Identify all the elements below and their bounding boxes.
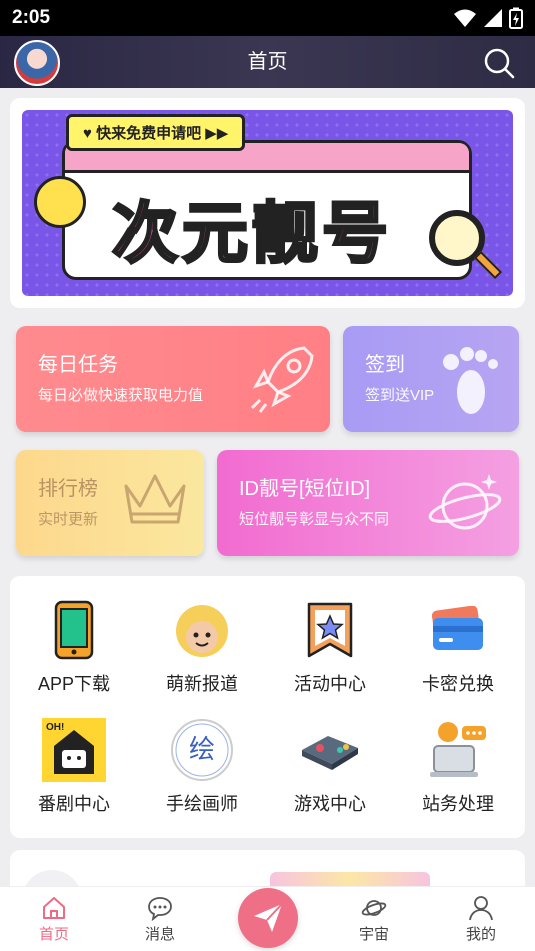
feature-grid: APP下载 萌新报道 活动中心 卡密兑换 OH! 番剧中心 绘 手绘画师 游戏中… xyxy=(10,576,525,838)
grid-item-label: 萌新报道 xyxy=(166,674,238,694)
grid-item-card-redeem[interactable]: 卡密兑换 xyxy=(394,576,522,694)
tile-subtitle: 实时更新 xyxy=(38,511,99,528)
grid-item-games[interactable]: 游戏中心 xyxy=(266,696,394,814)
tile-id-number[interactable]: ID靓号[短位ID] 短位靓号彰显与众不同 xyxy=(217,450,519,556)
support-icon xyxy=(426,718,490,782)
user-icon xyxy=(469,896,493,921)
planet-icon xyxy=(361,900,387,916)
status-time: 2:05 xyxy=(12,7,51,28)
publish-button[interactable] xyxy=(238,888,298,948)
banner-card: ♥ 快来免费申请吧 ▶▶ 次元靓号 xyxy=(10,98,525,308)
tile-title: 排行榜 xyxy=(38,478,98,500)
svg-text:OH!: OH! xyxy=(46,722,64,733)
tile-subtitle: 每日必做快速获取电力值 xyxy=(38,387,204,404)
message-icon xyxy=(148,897,172,921)
grid-item-newcomer[interactable]: 萌新报道 xyxy=(138,576,266,694)
tab-label: 消息 xyxy=(144,926,175,943)
tab-universe[interactable]: 宇宙 xyxy=(334,895,414,944)
rocket-icon xyxy=(250,346,314,413)
crown-icon xyxy=(124,474,186,524)
grid-item-label: 手绘画师 xyxy=(166,794,238,814)
paint-badge-icon: 绘 xyxy=(170,718,234,782)
home-icon xyxy=(43,897,65,919)
wifi-icon xyxy=(454,9,476,27)
banner-headline: 次元靓号 xyxy=(111,195,392,272)
app-header: 首页 xyxy=(0,36,535,88)
tab-label: 宇宙 xyxy=(358,926,389,943)
grid-item-label: 活动中心 xyxy=(294,674,366,694)
tile-title: 每日任务 xyxy=(38,354,118,376)
tile-subtitle: 短位靓号彰显与众不同 xyxy=(239,511,390,528)
tv-house-icon: OH! xyxy=(42,718,106,782)
tile-sign-in[interactable]: 签到 签到送VIP xyxy=(343,326,519,432)
tile-title: ID靓号[短位ID] xyxy=(239,478,371,500)
banner-pill: ♥ 快来免费申请吧 ▶▶ xyxy=(66,114,246,151)
card-icon xyxy=(426,598,490,662)
tile-ranking[interactable]: 排行榜 实时更新 xyxy=(16,450,204,556)
planet-icon xyxy=(428,474,502,530)
grid-item-app-download[interactable]: APP下载 xyxy=(10,576,138,694)
footprint-icon xyxy=(443,347,498,414)
tab-mine[interactable]: 我的 xyxy=(441,895,521,944)
grid-item-label: APP下载 xyxy=(37,674,111,694)
tab-home[interactable]: 首页 xyxy=(14,895,94,944)
grid-item-site-affairs[interactable]: 站务处理 xyxy=(394,696,522,814)
tile-subtitle: 签到送VIP xyxy=(365,387,435,404)
paper-plane-icon xyxy=(254,903,283,932)
grid-item-anime[interactable]: OH! 番剧中心 xyxy=(10,696,138,814)
battery-icon xyxy=(509,7,523,29)
gamepad-icon xyxy=(298,718,362,782)
page-title: 首页 xyxy=(247,51,288,73)
smiley-icon xyxy=(34,176,86,228)
tile-title: 签到 xyxy=(365,354,405,376)
star-bookmark-icon xyxy=(298,598,362,662)
tab-messages[interactable]: 消息 xyxy=(120,895,200,944)
grid-item-label: 卡密兑换 xyxy=(422,674,494,694)
tab-label: 首页 xyxy=(38,926,69,943)
signal-icon xyxy=(484,9,502,27)
grid-item-label: 站务处理 xyxy=(422,794,494,814)
tile-daily-tasks[interactable]: 每日任务 每日必做快速获取电力值 xyxy=(16,326,330,432)
tab-label: 我的 xyxy=(465,926,496,943)
grid-item-activity[interactable]: 活动中心 xyxy=(266,576,394,694)
grid-item-painter[interactable]: 绘 手绘画师 xyxy=(138,696,266,814)
banner-image[interactable]: ♥ 快来免费申请吧 ▶▶ 次元靓号 xyxy=(22,110,513,296)
status-icons xyxy=(453,7,523,29)
svg-text:绘: 绘 xyxy=(189,735,215,765)
grid-item-label: 游戏中心 xyxy=(294,794,366,814)
search-icon[interactable] xyxy=(483,47,515,79)
phone-icon xyxy=(42,598,106,662)
grid-item-label: 番剧中心 xyxy=(38,794,110,814)
mascot-icon xyxy=(170,598,234,662)
status-bar: 2:05 xyxy=(0,0,535,36)
